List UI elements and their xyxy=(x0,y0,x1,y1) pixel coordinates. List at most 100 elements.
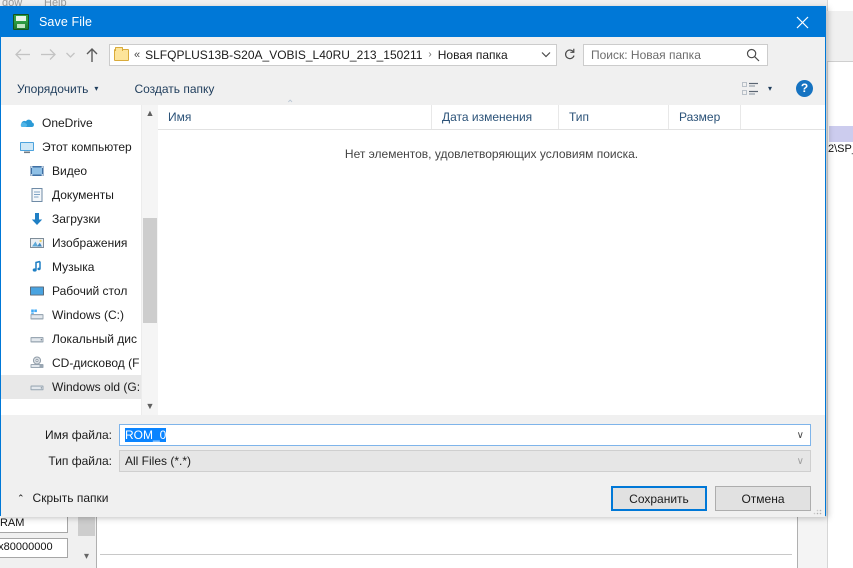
breadcrumb-segment-root[interactable]: SLFQPLUS13B-S20A_VOBIS_L40RU_213_150211 xyxy=(145,48,422,62)
music-folder-icon xyxy=(29,259,45,275)
cd-drive-icon xyxy=(29,355,45,371)
filetype-label: Тип файла: xyxy=(48,454,112,468)
navigation-sidebar[interactable]: OneDrive Этот компьютер Видео Документы … xyxy=(1,105,141,415)
chevron-down-icon: ▾ xyxy=(94,84,99,93)
sidebar-item-downloads[interactable]: Загрузки xyxy=(1,207,141,231)
address-bar[interactable]: « SLFQPLUS13B-S20A_VOBIS_L40RU_213_15021… xyxy=(109,43,557,66)
up-one-level-button[interactable] xyxy=(79,42,105,68)
hide-folders-toggle[interactable]: ⌃ Скрыть папки xyxy=(17,491,108,505)
cancel-button[interactable]: Отмена xyxy=(715,486,811,511)
background-scroll-down-icon[interactable]: ▾ xyxy=(78,548,95,566)
column-header-size[interactable]: Размер xyxy=(669,105,741,129)
sidebar-item-label: Этот компьютер xyxy=(42,140,132,154)
column-header-date-modified[interactable]: Дата изменения xyxy=(432,105,559,129)
organize-label: Упорядочить xyxy=(17,81,89,96)
sidebar-item-documents[interactable]: Документы xyxy=(1,183,141,207)
refresh-icon xyxy=(564,48,575,60)
folder-icon xyxy=(114,46,129,61)
refresh-button[interactable] xyxy=(557,44,581,66)
resize-grip-icon[interactable] xyxy=(812,505,822,515)
local-drive-icon xyxy=(29,379,45,395)
sidebar-item-label: Видео xyxy=(52,164,88,178)
sidebar-item-label: OneDrive xyxy=(42,116,93,130)
background-right-panel xyxy=(827,0,853,568)
sidebar-item-label: Windows old (G: xyxy=(52,380,141,394)
sidebar-item-windows-c[interactable]: Windows (C:) xyxy=(1,303,141,327)
filename-value[interactable]: ROM_0 xyxy=(125,428,167,442)
background-address-field[interactable]: 0x80000000 xyxy=(0,538,68,558)
breadcrumb-separator: › xyxy=(428,49,432,60)
file-list[interactable]: Имя Дата изменения Тип Размер ⌃ Нет элем… xyxy=(158,99,825,415)
new-folder-label: Создать папку xyxy=(134,81,215,96)
close-icon xyxy=(796,16,808,28)
save-button[interactable]: Сохранить xyxy=(611,486,707,511)
sidebar-item-videos[interactable]: Видео xyxy=(1,159,141,183)
chevron-up-icon: ⌃ xyxy=(17,492,25,503)
navigation-bar: « SLFQPLUS13B-S20A_VOBIS_L40RU_213_15021… xyxy=(1,37,825,72)
file-form: Имя файла: ROM_0 ∨ Тип файла: All Files … xyxy=(1,415,825,477)
dialog-title: Save File xyxy=(39,15,93,29)
background-scrollbar-thumb[interactable] xyxy=(78,514,95,536)
address-dropdown-button[interactable] xyxy=(536,45,556,65)
forward-button[interactable] xyxy=(35,42,61,68)
sidebar-scrollbar[interactable]: ▲ ▼ xyxy=(141,105,158,415)
dialog-footer: ⌃ Скрыть папки Сохранить Отмена xyxy=(1,479,825,517)
documents-folder-icon xyxy=(29,187,45,203)
filename-input[interactable]: ROM_0 ∨ xyxy=(119,424,811,446)
sidebar-item-this-pc[interactable]: Этот компьютер xyxy=(1,135,141,159)
sidebar-item-music[interactable]: Музыка xyxy=(1,255,141,279)
pictures-folder-icon xyxy=(29,235,45,251)
filename-row: Имя файла: ROM_0 ∨ xyxy=(1,424,825,446)
chevron-down-icon xyxy=(65,52,75,58)
arrow-up-icon xyxy=(86,47,98,62)
arrow-left-icon xyxy=(14,49,30,60)
column-header-type[interactable]: Тип xyxy=(559,105,669,129)
view-layout-icon[interactable] xyxy=(741,81,759,96)
filetype-value: All Files (*.*) xyxy=(125,454,192,468)
back-button[interactable] xyxy=(9,42,35,68)
chevron-down-icon[interactable]: ▼ xyxy=(142,398,158,415)
chevron-up-icon[interactable]: ▲ xyxy=(142,105,158,122)
breadcrumb-segment-current[interactable]: Новая папка xyxy=(438,48,508,62)
new-folder-button[interactable]: Создать папку xyxy=(134,82,214,96)
help-button[interactable]: ? xyxy=(796,80,813,97)
filename-dropdown-chevron-icon[interactable]: ∨ xyxy=(797,425,804,445)
sidebar-item-label: Локальный дис xyxy=(52,332,137,346)
sidebar-item-label: Музыка xyxy=(52,260,95,274)
view-dropdown-chevron-icon[interactable]: ▾ xyxy=(768,84,772,93)
filename-label: Имя файла: xyxy=(45,428,112,442)
filetype-dropdown-chevron-icon[interactable]: ∨ xyxy=(797,451,804,471)
background-strip-second xyxy=(827,31,853,62)
sidebar-item-pictures[interactable]: Изображения xyxy=(1,231,141,255)
organize-button[interactable]: Упорядочить ▾ xyxy=(17,82,98,96)
sidebar-item-local-disk[interactable]: Локальный дис xyxy=(1,327,141,351)
column-header-name[interactable]: Имя xyxy=(158,105,432,129)
sidebar-scrollbar-thumb[interactable] xyxy=(143,218,157,323)
recent-locations-button[interactable] xyxy=(61,42,79,68)
sort-ascending-icon: ⌃ xyxy=(286,99,295,110)
background-strip-top xyxy=(827,11,853,32)
search-icon[interactable] xyxy=(746,48,760,67)
sidebar-item-onedrive[interactable]: OneDrive xyxy=(1,111,141,135)
sidebar-item-label: Windows (C:) xyxy=(52,308,125,322)
sidebar-item-windows-old[interactable]: Windows old (G: xyxy=(1,375,141,399)
desktop-folder-icon xyxy=(29,283,45,299)
background-selected-row[interactable] xyxy=(829,126,853,142)
search-input[interactable]: Поиск: Новая папка xyxy=(583,43,768,67)
sidebar-item-label: Рабочий стол xyxy=(52,284,128,298)
toolbar-right-group: ▾ ? xyxy=(741,80,813,97)
breadcrumb-overflow-chevron[interactable]: « xyxy=(134,49,140,61)
background-path-text: 2\SP_ xyxy=(828,143,853,155)
save-file-icon xyxy=(13,14,29,30)
dialog-titlebar: Save File xyxy=(1,7,825,37)
filetype-select[interactable]: All Files (*.*) ∨ xyxy=(119,450,811,472)
background-bottom-panel-divider xyxy=(100,512,792,555)
sidebar-item-label: Изображения xyxy=(52,236,128,250)
onedrive-cloud-icon xyxy=(19,115,35,131)
filetype-row: Тип файла: All Files (*.*) ∨ xyxy=(1,450,825,472)
chevron-down-icon xyxy=(541,52,551,58)
close-button[interactable] xyxy=(779,7,825,37)
downloads-folder-icon xyxy=(29,211,45,227)
sidebar-item-cd-drive[interactable]: CD-дисковод (F xyxy=(1,351,141,375)
sidebar-item-desktop[interactable]: Рабочий стол xyxy=(1,279,141,303)
